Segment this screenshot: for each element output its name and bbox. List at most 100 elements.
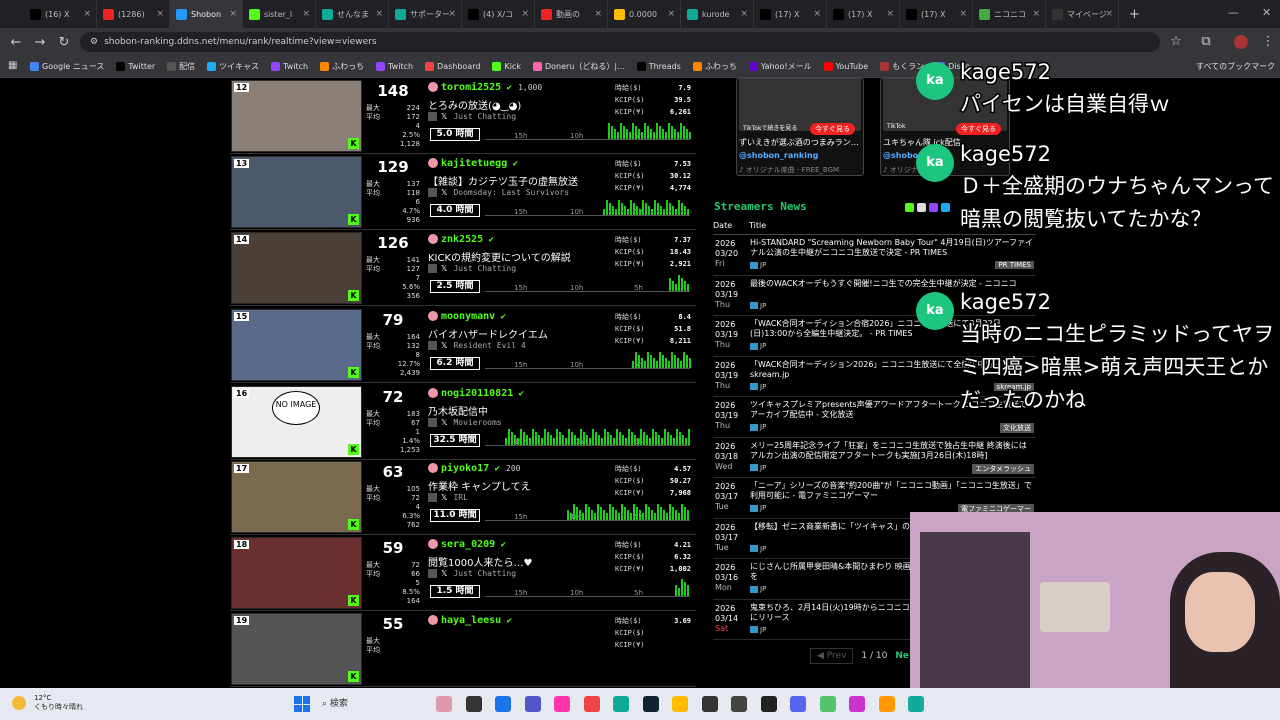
close-tab-icon[interactable]: × [375,9,383,19]
weather-widget[interactable]: 12°C くもり時々晴れ [12,694,83,712]
streamer-name[interactable]: toromi2525 ✔ 1,000 [428,82,542,93]
apps-icon[interactable]: ▦ [8,60,17,71]
minimize-icon[interactable]: — [1228,6,1239,19]
prev-button[interactable]: ◀ Prev [810,648,854,664]
x-icon[interactable]: 𝕏 [441,264,447,273]
close-tab-icon[interactable]: × [83,9,91,19]
app-icon[interactable] [908,696,924,712]
new-tab-icon[interactable]: + [1129,7,1140,22]
taskbar-search[interactable]: ⌕ 検索 [322,696,348,709]
close-tab-icon[interactable]: × [156,9,164,19]
app-icon[interactable] [878,696,895,712]
streamer-name[interactable]: moonymanv ✔ [428,311,506,322]
x-icon[interactable]: 𝕏 [441,569,447,578]
stream-title[interactable]: とろみの放送(◕‿◕) [428,97,618,112]
file-explorer-icon[interactable] [465,696,482,712]
streamer-name[interactable]: znk2525 ✔ [428,234,494,245]
bookmark-10[interactable]: Threads [636,62,681,71]
watch-now-button[interactable]: 今すぐ見る [810,123,855,135]
streamer-name[interactable]: nogi20110821 ✔ [428,388,524,399]
stream-thumbnail[interactable]: 14 K [231,232,362,304]
tiktok-link[interactable]: TikTokで続きを見る [743,123,797,132]
stream-title[interactable]: バイオハザードレクイエム [428,326,618,341]
close-tab-icon[interactable]: × [594,9,602,19]
kick-icon[interactable] [905,203,914,212]
folder-icon[interactable] [672,696,688,712]
extensions-icon[interactable]: ⧉ [1194,34,1218,49]
bookmark-1[interactable]: Twitter [116,62,155,71]
niconico-icon[interactable] [917,203,926,212]
x-icon[interactable]: 𝕏 [441,341,447,350]
record-icon[interactable] [760,696,777,712]
close-tab-icon[interactable]: × [448,9,456,19]
x-icon[interactable]: 𝕏 [441,188,447,197]
ranking-row[interactable]: 17 K 63 最大 105 平均 72 4 6.3% 762 piyoko17 ✔ 200 作業枠 キ… [230,459,696,535]
close-window-icon[interactable]: ✕ [1262,6,1271,19]
bookmark-9[interactable]: Doneru（どねる）|... [532,61,625,72]
edge-icon[interactable] [495,696,511,712]
stream-thumbnail[interactable]: 15 K [231,309,362,381]
tab-10[interactable]: (17) X × [754,0,827,28]
close-tab-icon[interactable]: × [521,9,529,19]
bookmark-star-icon[interactable]: ☆ [1164,34,1188,49]
ranking-row[interactable]: 12 K 148 最大 224 平均 172 4 2.5% 1,128 toromi2525 ✔ 1,… [230,78,696,154]
tab-13[interactable]: ニコニコ × [973,0,1046,28]
video-author[interactable]: @shobo [883,151,918,160]
tab-12[interactable]: (17) X × [900,0,973,28]
bookmark-8[interactable]: Kick [492,62,521,71]
bookmark-0[interactable]: Google ニュース [30,61,104,72]
chrome-alt-icon[interactable] [613,696,629,712]
tab-6[interactable]: (4) X/コ × [462,0,535,28]
close-tab-icon[interactable]: × [886,9,894,19]
ranking-row[interactable]: 16 NO IMAGE K 72 最大 183 平均 67 1 1.4% 1,253 nogi2011… [230,384,696,460]
streamer-name[interactable]: haya_leesu ✔ [428,615,512,626]
discord-icon[interactable] [790,696,806,712]
app-icon[interactable] [731,696,747,712]
teams-icon[interactable] [524,696,541,712]
tab-5[interactable]: サポーター × [389,0,462,28]
obs-icon[interactable] [701,696,718,712]
line-icon[interactable] [819,696,836,712]
streamer-name[interactable]: kajitetuegg ✔ [428,158,518,169]
site-info-icon[interactable]: ⚙ [90,37,98,47]
stream-title[interactable]: 作業枠 キャンプしてえ [428,478,618,493]
stream-title[interactable]: 【雑談】カジテツ玉子の虚無放送 [428,173,618,188]
tab-4[interactable]: せんなま × [316,0,389,28]
stream-title[interactable]: 乃木坂配信中 [428,403,618,418]
tab-8[interactable]: 0.0000 × [608,0,681,28]
stream-thumbnail[interactable]: 16 NO IMAGE K [231,386,362,458]
bookmark-11[interactable]: ふわっち [692,61,737,72]
close-tab-icon[interactable]: × [740,9,748,19]
stream-thumbnail[interactable]: 12 K [231,80,362,152]
tiktok-link[interactable]: TikTok [887,123,905,130]
x-icon[interactable]: 𝕏 [441,493,447,502]
close-tab-icon[interactable]: × [813,9,821,19]
menu-icon[interactable]: ⋮ [1256,34,1280,49]
tab-3[interactable]: sister_l × [243,0,316,28]
x-icon[interactable]: 𝕏 [441,112,447,121]
forward-icon[interactable]: → [28,35,52,50]
news-headline[interactable]: 「ニーア」シリーズの音楽"約200曲"が「ニコニコ動画」「ニコニコ生放送」で利用… [750,481,1034,501]
streamer-name[interactable]: piyoko17 ✔ 200 [428,463,520,474]
tab-11[interactable]: (17) X × [827,0,900,28]
tab-2[interactable]: Shobon × [170,0,243,28]
stream-thumbnail[interactable]: 19 K [231,613,362,685]
close-tab-icon[interactable]: × [302,9,310,19]
tab-14[interactable]: マイページ × [1046,0,1119,28]
ranking-row[interactable]: 13 K 129 最大 137 平均 118 6 4.7% 936 kajitetuegg ✔ 【雑談… [230,154,696,230]
x-icon[interactable]: 𝕏 [441,418,447,427]
twitcasting-icon[interactable] [941,203,950,212]
streamer-name[interactable]: sera_0209 ✔ [428,539,506,550]
news-row[interactable]: 2026 03/18 Wed メリー25周年記念ライブ「狂宴」をニコニコ生放送で独占生… [713,438,1036,478]
bookmark-13[interactable]: YouTube [823,62,868,71]
chrome-icon[interactable] [583,696,600,712]
back-icon[interactable]: ← [4,35,28,50]
stream-title[interactable]: KICKの規約変更についての解説 [428,249,618,264]
url-field[interactable]: ⚙ shobon-ranking.ddns.net/menu/rank/real… [80,32,1160,52]
steam-icon[interactable] [642,696,659,712]
reload-icon[interactable]: ↻ [52,35,76,50]
profile-avatar[interactable] [1234,35,1248,49]
tab-9[interactable]: kurode × [681,0,754,28]
video-author[interactable]: @shobon_ranking [739,151,818,160]
bookmark-6[interactable]: Twitch [376,62,413,71]
